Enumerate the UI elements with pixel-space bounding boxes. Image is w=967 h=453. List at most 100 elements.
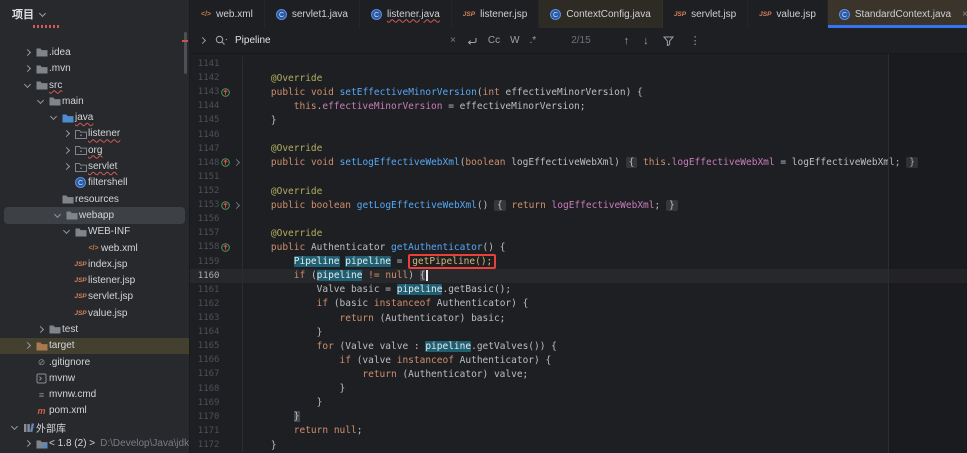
chevron-down-icon[interactable] [49,113,58,121]
tree-item-root-partial[interactable] [0,28,189,44]
code-line-1153[interactable]: 1153 public boolean getLogEffectiveWebXm… [190,198,967,213]
code-line-1148[interactable]: 1148 public void setLogEffectiveWebXml(b… [190,155,967,170]
code-line-1163[interactable]: 1163 return (Authenticator) basic; [190,310,967,326]
chevron-right-icon[interactable] [62,162,71,171]
tab-servlet.jsp[interactable]: JSP servlet.jsp [663,0,748,28]
tree-item-servlet.jsp[interactable]: JSP servlet.jsp [0,289,189,305]
tree-scrollbar[interactable] [184,32,187,74]
code-line-1164[interactable]: 1164 } [190,325,967,340]
more-options-button[interactable]: ⋮ [690,34,701,47]
chevron-down-icon[interactable] [10,422,19,430]
chevron-down-icon[interactable] [53,210,62,218]
tree-item-value.jsp[interactable]: JSP value.jsp [0,305,189,321]
tree-item-main[interactable]: main [0,93,189,109]
next-match-button[interactable]: ↓ [643,35,649,47]
regex-toggle[interactable]: .* [530,35,537,46]
close-icon[interactable]: × [962,9,967,20]
code-line-1162[interactable]: 1162 if (basic instanceof Authenticator)… [190,296,967,311]
tree-item-外部库[interactable]: 外部库 [0,419,189,435]
chevron-right-icon[interactable] [23,440,32,448]
chevron-right-icon[interactable] [62,146,71,154]
tree-item-listener.jsp[interactable]: JSP listener.jsp [0,272,189,288]
code-line-1156[interactable]: 1156 [190,212,967,227]
code-line-1152[interactable]: 1152 @Override [190,183,967,199]
code-line-1165[interactable]: 1165 for (Valve valve : pipeline.getValv… [190,339,967,354]
chevron-right-icon[interactable] [23,65,32,73]
tab-value.jsp[interactable]: JSP value.jsp [748,0,828,28]
tab-contextconfig.java[interactable]: C ContextConfig.java [539,0,663,28]
code-line-1170[interactable]: 1170 } [190,409,967,424]
code-line-1144[interactable]: 1144 this.effectiveMinorVersion = effect… [190,99,967,114]
tree-item-test[interactable]: test [0,321,189,337]
chevron-right-icon[interactable] [23,48,32,56]
line-number: 1158 [197,242,220,253]
chevron-down-icon[interactable] [23,80,32,88]
code-line-1168[interactable]: 1168 } [190,381,967,396]
chevron-right-icon[interactable] [62,130,71,138]
tree-item-filtershell[interactable]: Cfiltershell [0,175,189,191]
override-gutter-icon[interactable] [221,158,231,168]
tree-item-target[interactable]: target [0,337,189,354]
tree-item--1.8-2-[interactable]: < 1.8 (2) > D:\Develop\Java\jdk1. [0,435,189,451]
tree-item-mvnw[interactable]: mvnw [0,370,189,386]
search-input[interactable]: Pipeline [215,35,445,46]
code-line-1161[interactable]: 1161 Valve basic = pipeline.getBasic(); [190,282,967,297]
override-gutter-icon[interactable] [221,243,231,252]
code-line-1160[interactable]: 1160 if (pipeline != null) { [190,268,967,283]
tree-item-.mvn[interactable]: .mvn [0,61,189,77]
code-line-1167[interactable]: 1167 return (Authenticator) valve; [190,367,967,382]
tree-item-webapp[interactable]: webapp [4,207,185,224]
fold-icon[interactable] [232,159,240,167]
tree-item-org[interactable]: org [0,142,189,158]
whole-words-toggle[interactable]: W [510,35,519,46]
chevron-down-icon[interactable] [62,227,71,235]
chevron-down-icon[interactable] [36,96,45,104]
tree-item-listener[interactable]: listener [0,126,189,142]
code-line-1172[interactable]: 1172 } [190,437,967,453]
match-case-toggle[interactable]: Cc [488,35,500,46]
code-line-1145[interactable]: 1145 } [190,113,967,128]
tab-listener.java[interactable]: Clistener.java [360,0,452,28]
code-editor[interactable]: 1141 1142 @Override 1143 public void setEf… [190,54,967,453]
tab-listener.jsp[interactable]: JSP listener.jsp [452,0,540,28]
expand-replace-icon[interactable] [198,36,207,45]
tree-item-.idea[interactable]: .idea [0,44,189,60]
chevron-right-icon[interactable] [23,342,32,350]
override-gutter-icon[interactable] [221,200,231,210]
code-line-1143[interactable]: 1143 public void setEffectiveMinorVersio… [190,85,967,100]
right-margin-guide [888,54,889,453]
class-icon: C [550,8,562,20]
code-line-1158[interactable]: 1158 public Authenticator getAuthenticat… [190,240,967,255]
chevron-right-icon[interactable] [36,325,45,334]
tab-servlet1.java[interactable]: Cservlet1.java [265,0,360,28]
tab-web.xml[interactable]: </> web.xml [190,0,265,28]
tree-item-web-inf[interactable]: WEB-INF [0,224,189,240]
filter-icon[interactable] [662,36,674,46]
code-line-1169[interactable]: 1169 } [190,395,967,410]
tree-item-index.jsp[interactable]: JSP index.jsp [0,256,189,272]
code-line-1141[interactable]: 1141 [190,57,967,72]
clear-search-icon[interactable]: × [450,35,456,46]
code-line-1166[interactable]: 1166 if (valve instanceof Authenticator)… [190,353,967,368]
tab-standardcontext.java[interactable]: C StandardContext.java × [827,0,967,28]
tree-item-resources[interactable]: resources [0,191,189,207]
code-line-1147[interactable]: 1147 @Override [190,141,967,156]
code-line-1157[interactable]: 1157 @Override [190,226,967,241]
code-line-1171[interactable]: 1171 return null; [190,423,967,438]
tree-item-src[interactable]: src [0,77,189,93]
previous-match-button[interactable]: ↑ [624,35,630,47]
code-line-1146[interactable]: 1146 [190,127,967,142]
project-panel-header[interactable]: 项目 [0,0,189,28]
tree-item-pom.xml[interactable]: m pom.xml [0,403,189,419]
tree-item-mvnw.cmd[interactable]: ≡ mvnw.cmd [0,387,189,403]
tree-item-.gitignore[interactable]: ⊘ .gitignore [0,354,189,370]
override-gutter-icon[interactable] [221,87,231,97]
code-line-1159[interactable]: 1159 Pipeline pipeline = getPipeline(); [190,254,967,270]
tree-item-java[interactable]: java [0,109,189,125]
newline-icon[interactable] [466,36,478,46]
code-line-1142[interactable]: 1142 @Override [190,71,967,86]
code-line-1151[interactable]: 1151 [190,169,967,184]
tree-item-servlet[interactable]: servlet [0,158,189,174]
tree-item-web.xml[interactable]: </> web.xml [0,240,189,256]
fold-icon[interactable] [232,201,240,209]
